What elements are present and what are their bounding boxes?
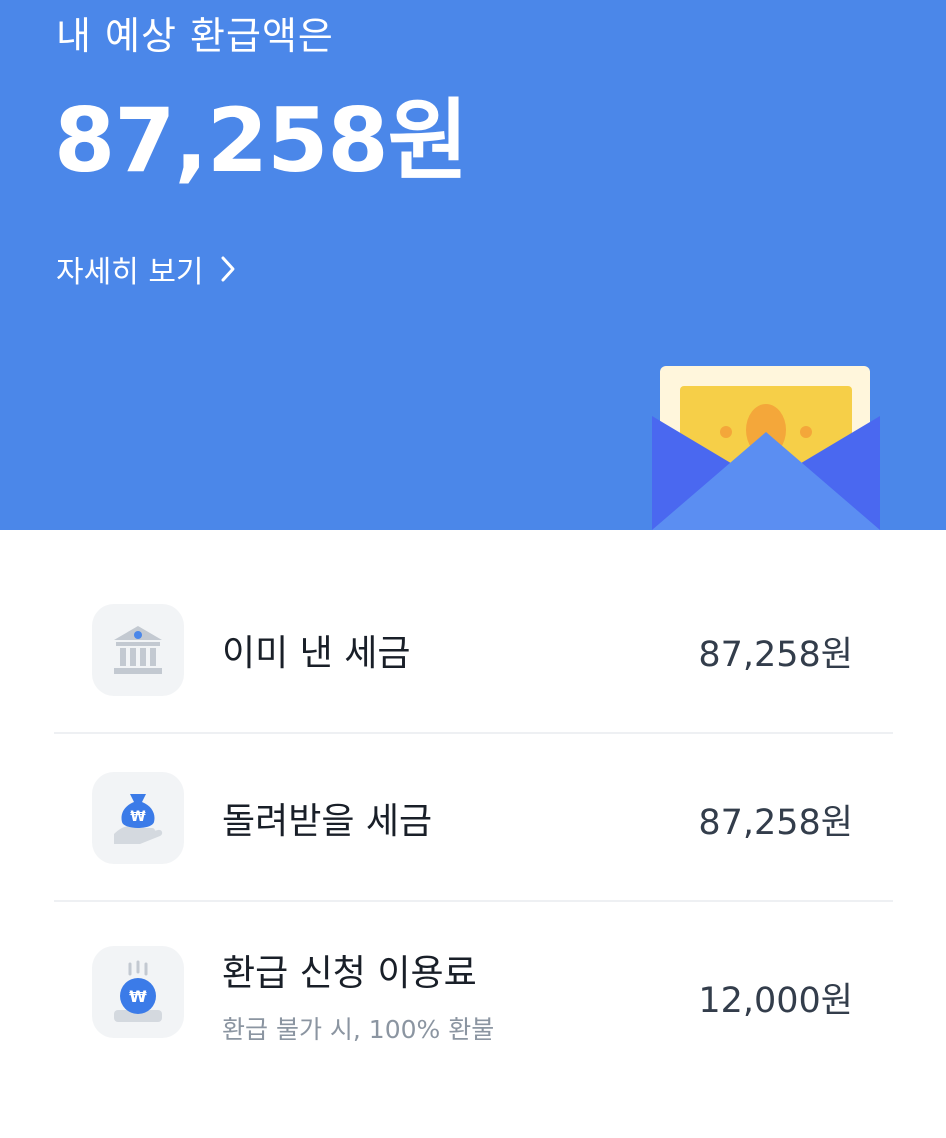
- list-item-service-fee: ₩ 환급 신청 이용료 환급 불가 시, 100% 환불 12,000원: [54, 928, 893, 1058]
- item-title: 이미 낸 세금: [222, 633, 411, 674]
- refund-label: 내 예상 환급액은: [56, 14, 334, 58]
- won-coin-icon: ₩: [92, 946, 184, 1038]
- list-item-paid-tax: 이미 낸 세금 87,258원: [54, 590, 893, 708]
- svg-text:₩: ₩: [129, 987, 147, 1006]
- envelope-money-illustration: [650, 364, 882, 530]
- item-value: 87,258원: [698, 635, 853, 675]
- refund-amount: 87,258원: [54, 89, 469, 192]
- view-details-link[interactable]: 자세히 보기: [56, 246, 236, 292]
- chevron-right-icon: [220, 255, 236, 283]
- divider: [54, 900, 893, 902]
- item-subtitle: 환급 불가 시, 100% 환불: [222, 1015, 495, 1044]
- refund-summary-header: 내 예상 환급액은 87,258원 자세히 보기: [0, 0, 946, 530]
- item-title: 환급 신청 이용료: [222, 953, 477, 994]
- divider: [54, 732, 893, 734]
- item-title: 돌려받을 세금: [222, 801, 433, 842]
- bank-icon: [92, 604, 184, 696]
- money-bag-icon: ₩: [92, 772, 184, 864]
- item-value: 12,000원: [698, 981, 853, 1021]
- svg-text:₩: ₩: [130, 809, 146, 825]
- view-details-label: 자세히 보기: [56, 255, 204, 290]
- list-item-refundable-tax: ₩ 돌려받을 세금 87,258원: [54, 758, 893, 876]
- item-value: 87,258원: [698, 803, 853, 843]
